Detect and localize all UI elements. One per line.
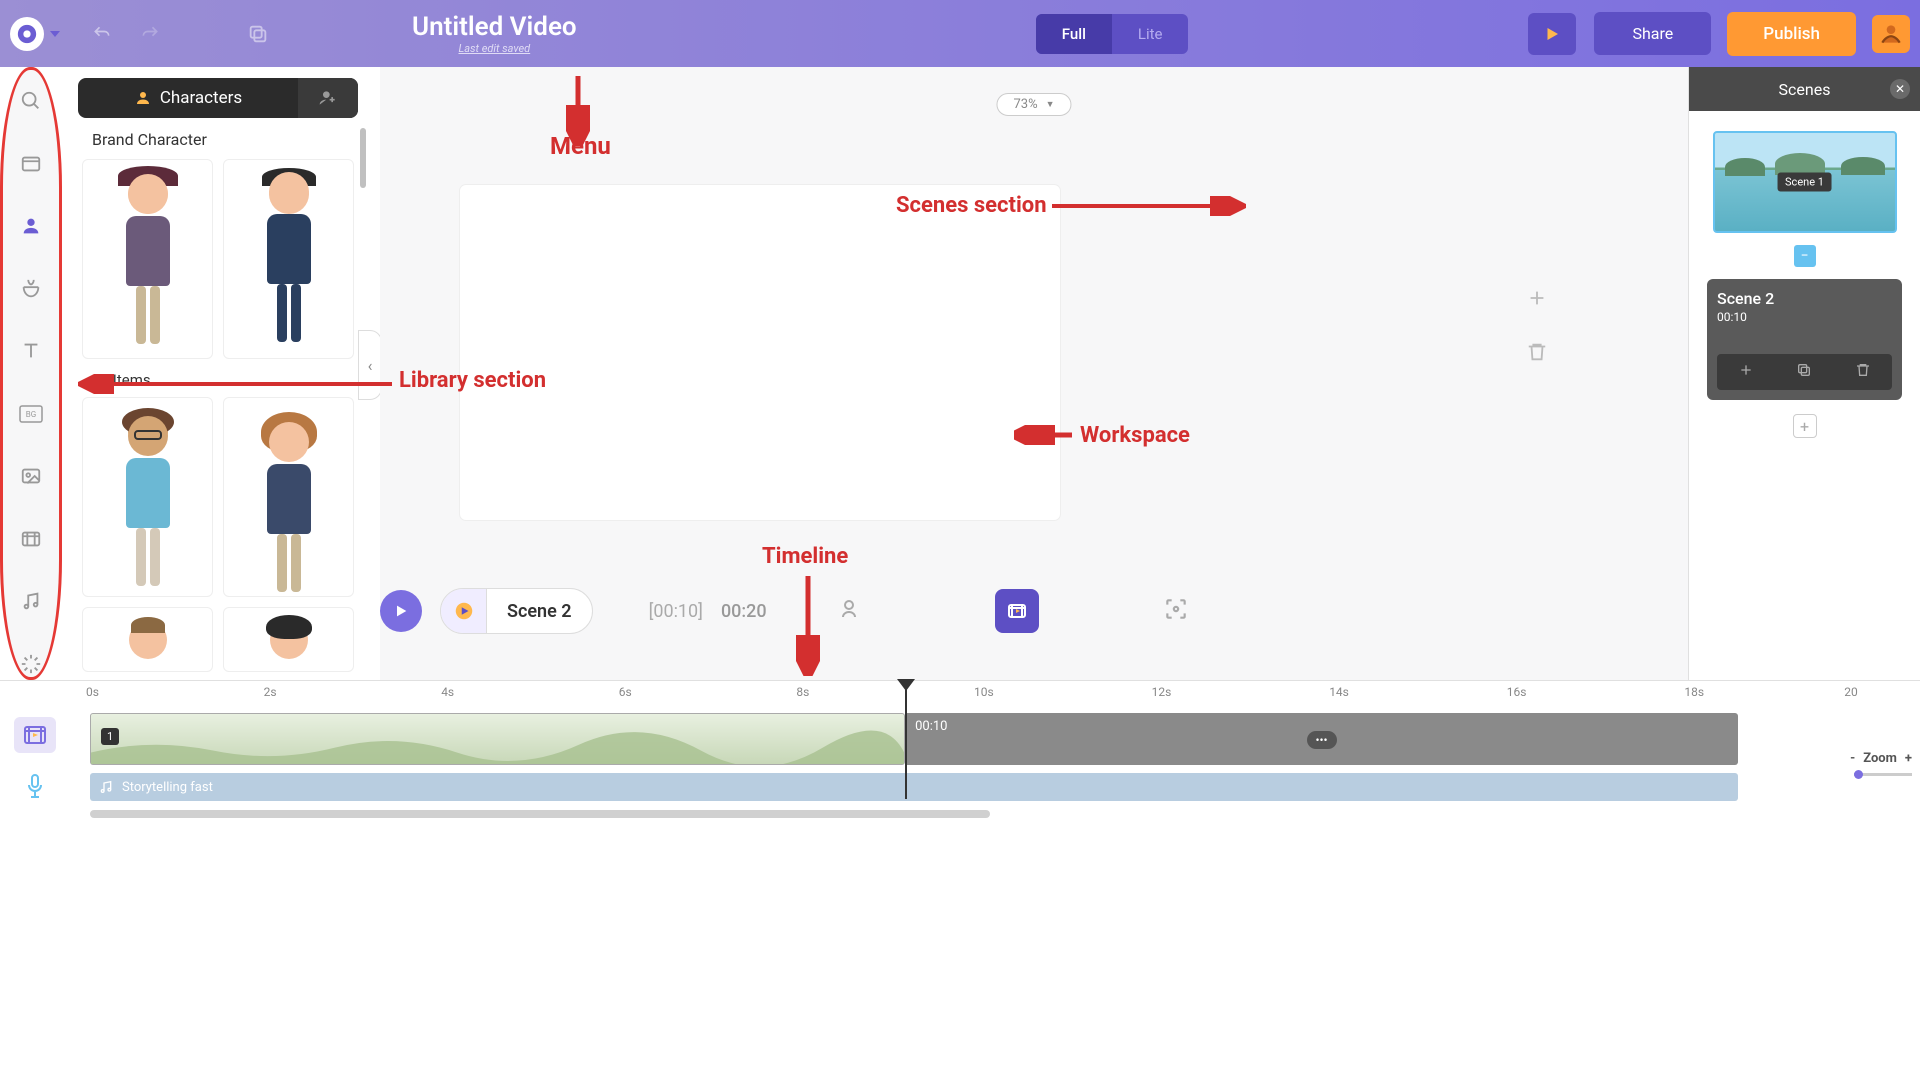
scene-indicator: Scene 2 <box>440 588 593 634</box>
timeline-scrollbar[interactable] <box>90 810 990 818</box>
scene-2-segment[interactable]: 00:10 ••• <box>905 713 1738 765</box>
scene-collapse-button[interactable]: − <box>1794 245 1816 267</box>
character-card[interactable] <box>223 397 354 597</box>
effects-icon[interactable] <box>17 651 45 678</box>
character-card[interactable] <box>82 159 213 359</box>
share-button[interactable]: Share <box>1594 12 1711 55</box>
camera-settings-icon[interactable] <box>837 597 861 625</box>
scene-2-duration: 00:10 <box>1717 310 1892 324</box>
segment-more-button[interactable]: ••• <box>1307 731 1337 749</box>
zoom-in-button[interactable]: + <box>1905 751 1912 766</box>
add-character-button[interactable] <box>298 78 358 118</box>
audio-track-toggle[interactable] <box>14 769 56 805</box>
timeline-zoom-control: - Zoom + <box>1850 751 1912 766</box>
focus-icon[interactable] <box>1163 596 1189 626</box>
title-block[interactable]: Untitled Video Last edit saved <box>412 12 577 55</box>
current-scene-label: Scene 2 <box>487 601 592 622</box>
scene-delete-button[interactable] <box>1855 362 1871 382</box>
close-scenes-button[interactable]: ✕ <box>1890 79 1910 99</box>
zoom-value: 73% <box>1013 97 1037 112</box>
video-track[interactable]: 1 00:10 ••• <box>90 713 1862 765</box>
add-element-button[interactable] <box>1526 287 1548 313</box>
scene-add-button[interactable] <box>1738 362 1754 382</box>
zoom-out-button[interactable]: - <box>1850 751 1855 766</box>
library-scrollbar[interactable] <box>360 128 366 188</box>
editor-mode-toggle: Full Lite <box>1036 14 1189 54</box>
collapse-library-button[interactable]: ‹ <box>358 330 382 400</box>
scene-duplicate-button[interactable] <box>1796 362 1812 382</box>
props-icon[interactable] <box>17 276 45 303</box>
all-items-heading: All Items <box>92 371 358 389</box>
add-scene-button[interactable]: + <box>1793 414 1817 438</box>
characters-tab[interactable]: Characters <box>78 78 298 118</box>
top-menu-bar: Untitled Video Last edit saved Full Lite… <box>0 0 1920 67</box>
video-track-toggle[interactable] <box>14 717 56 753</box>
publish-button[interactable]: Publish <box>1727 12 1856 56</box>
undo-button[interactable] <box>78 10 126 58</box>
zoom-slider[interactable] <box>1854 773 1912 776</box>
video-title[interactable]: Untitled Video <box>412 12 577 42</box>
character-card[interactable] <box>82 397 213 597</box>
brand-character-heading: Brand Character <box>92 130 358 149</box>
mode-lite-button[interactable]: Lite <box>1112 14 1189 54</box>
logo-menu-chevron-icon[interactable] <box>50 31 60 37</box>
music-icon[interactable] <box>17 588 45 615</box>
scene-2-title: Scene 2 <box>1717 289 1892 308</box>
total-duration: 00:20 <box>721 601 767 622</box>
character-card[interactable] <box>223 159 354 359</box>
play-scene-button[interactable] <box>441 588 487 634</box>
preview-play-button[interactable] <box>1528 13 1576 55</box>
library-tabs: Characters <box>78 78 358 118</box>
mode-full-button[interactable]: Full <box>1036 14 1112 54</box>
scenes-title: Scenes <box>1779 80 1831 99</box>
zoom-dropdown[interactable]: 73% ▼ <box>996 93 1071 116</box>
character-card[interactable] <box>82 607 213 672</box>
audio-track[interactable]: Storytelling fast <box>90 773 1738 801</box>
save-status: Last edit saved <box>412 42 577 55</box>
video-icon[interactable] <box>17 526 45 553</box>
character-card[interactable] <box>223 607 354 672</box>
scene-templates-icon[interactable] <box>17 151 45 178</box>
svg-text:BG: BG <box>26 410 36 419</box>
scene-1-segment[interactable]: 1 <box>90 713 905 765</box>
timeline: 0s2s4s6s8s10s12s14s16s18s20 1 00:10 ••• … <box>0 680 1920 820</box>
search-icon[interactable] <box>17 88 45 115</box>
timeline-ruler[interactable]: 0s2s4s6s8s10s12s14s16s18s20 <box>86 685 1862 703</box>
zoom-label: Zoom <box>1863 751 1897 766</box>
characters-icon[interactable] <box>17 213 45 240</box>
scene-1-badge: Scene 1 <box>1777 173 1832 192</box>
canvas[interactable] <box>460 185 1060 520</box>
copy-button[interactable] <box>234 10 282 58</box>
app-logo[interactable] <box>10 17 44 51</box>
elapsed-time: [00:10] <box>649 601 703 622</box>
characters-tab-label: Characters <box>160 88 242 108</box>
tool-sidebar: BG <box>0 67 62 680</box>
playhead[interactable] <box>905 679 907 799</box>
scenes-panel: Scenes ✕ Scene 1 − Scene 2 00:10 + <box>1688 67 1920 680</box>
background-icon[interactable]: BG <box>17 401 45 428</box>
user-avatar[interactable] <box>1872 15 1910 53</box>
text-icon[interactable] <box>17 338 45 365</box>
scenes-header: Scenes ✕ <box>1689 67 1920 111</box>
video-track-icon[interactable] <box>995 589 1039 633</box>
library-panel: Characters Brand Character All Items <box>78 78 358 678</box>
audio-clip-label: Storytelling fast <box>122 780 213 795</box>
redo-button[interactable] <box>126 10 174 58</box>
scene-2-card[interactable]: Scene 2 00:10 <box>1707 279 1902 400</box>
segment-2-time: 00:10 <box>915 719 947 734</box>
playback-controls: Scene 2 [00:10] 00:20 <box>380 588 1203 634</box>
play-all-button[interactable] <box>380 590 422 632</box>
scene-1-thumbnail[interactable]: Scene 1 <box>1713 131 1897 233</box>
image-icon[interactable] <box>17 463 45 490</box>
delete-element-button[interactable] <box>1526 341 1548 367</box>
timeline-tracks: 1 00:10 ••• Storytelling fast <box>90 713 1862 801</box>
